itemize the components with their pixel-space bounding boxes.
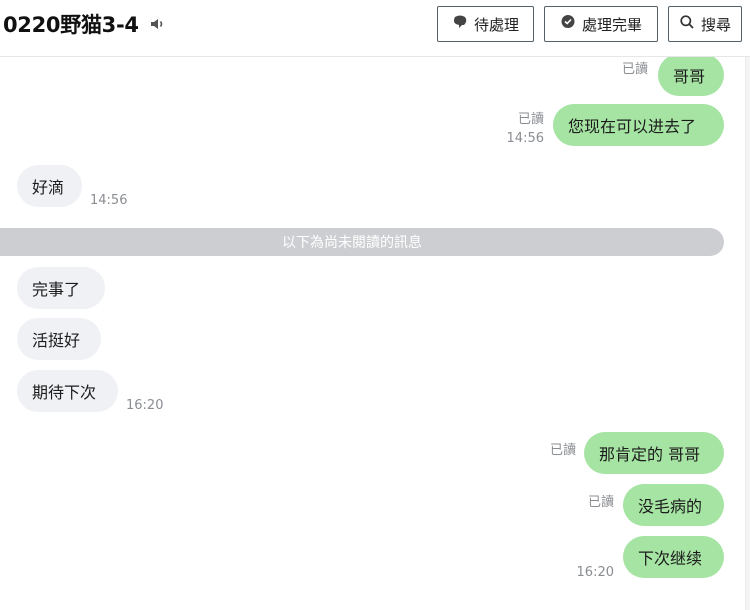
message-time: 16:20 xyxy=(576,565,614,580)
read-receipt: 已讀 xyxy=(587,495,614,510)
chat-bubble-icon xyxy=(452,14,468,34)
incoming-message[interactable]: 期待下次 xyxy=(17,370,118,412)
search-button-label: 搜尋 xyxy=(700,15,731,34)
incoming-message[interactable]: 活挺好 xyxy=(17,318,101,360)
message-time: 14:56 xyxy=(506,131,544,146)
chat-title: 0220野猫3-4 xyxy=(3,13,139,37)
search-icon xyxy=(679,14,695,34)
avatar[interactable] xyxy=(0,279,6,299)
outgoing-message[interactable]: 下次继续 xyxy=(623,536,724,578)
outgoing-message[interactable]: 哥哥 xyxy=(658,57,724,96)
outgoing-message[interactable]: 没毛病的 xyxy=(623,484,724,526)
chat-header: 0220野猫3-4 待處理 處理完畢 搜尋 xyxy=(0,0,750,57)
pending-button[interactable]: 待處理 xyxy=(437,6,534,42)
avatar[interactable] xyxy=(0,177,6,197)
scrollbar[interactable] xyxy=(745,57,750,610)
done-button[interactable]: 處理完畢 xyxy=(544,6,658,42)
outgoing-message[interactable]: 您现在可以进去了 xyxy=(553,104,724,146)
read-receipt: 已讀 xyxy=(517,112,544,127)
message-list[interactable]: 已讀 哥哥 已讀 14:56 您现在可以进去了 好滴 14:56 以下為尚未閱讀… xyxy=(0,57,750,610)
message-time: 14:56 xyxy=(90,193,128,208)
outgoing-message[interactable]: 那肯定的 哥哥 xyxy=(584,432,724,474)
chat-title-area: 0220野猫3-4 xyxy=(3,8,167,40)
incoming-message[interactable]: 完事了 xyxy=(17,267,105,309)
done-button-label: 處理完畢 xyxy=(581,15,642,34)
check-bubble-icon xyxy=(560,14,576,34)
pending-button-label: 待處理 xyxy=(473,15,519,34)
read-receipt: 已讀 xyxy=(549,443,576,458)
speaker-icon[interactable] xyxy=(149,15,167,33)
read-receipt: 已讀 xyxy=(621,62,648,77)
message-time: 16:20 xyxy=(126,398,164,413)
unread-divider: 以下為尚未閱讀的訊息 xyxy=(0,228,724,256)
search-button[interactable]: 搜尋 xyxy=(668,6,742,42)
incoming-message[interactable]: 好滴 xyxy=(17,165,82,207)
